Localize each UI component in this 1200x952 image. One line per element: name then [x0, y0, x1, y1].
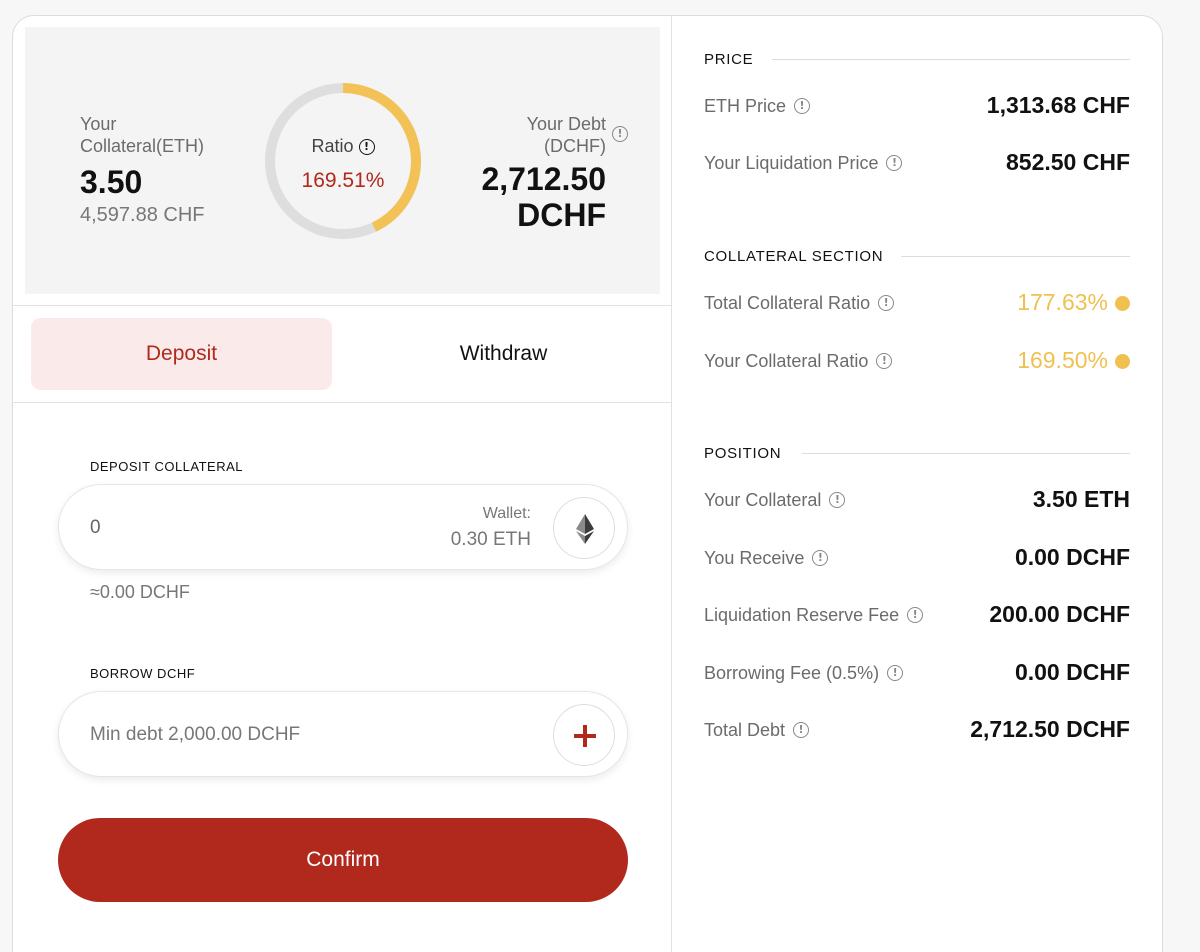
total-collateral-ratio-label-group: Total Collateral Ratio!	[704, 293, 895, 314]
eth-price-label: ETH Price	[704, 96, 787, 116]
confirm-button[interactable]: Confirm	[58, 818, 628, 902]
eth-price-value: 1,313.68 CHF	[986, 92, 1130, 118]
debt-label-unit: (DCHF)	[544, 136, 606, 156]
your-collateral-ratio-text: 169.50%	[1017, 347, 1108, 373]
liquidation-reserve-value: 200.00 DCHF	[989, 601, 1130, 627]
total-debt-label: Total Debt	[704, 720, 786, 740]
your-collateral-row: Your Collateral! 3.50 ETH	[704, 486, 1130, 516]
deposit-collateral-field: Wallet: 0.30 ETH	[58, 484, 628, 570]
borrow-dchf-title: BORROW DCHF	[90, 666, 196, 681]
your-collateral-ratio-label-group: Your Collateral Ratio!	[704, 351, 893, 372]
liquidation-reserve-label-group: Liquidation Reserve Fee!	[704, 605, 924, 626]
tab-deposit[interactable]: Deposit	[31, 318, 332, 390]
your-collateral-label-group: Your Collateral!	[704, 490, 846, 511]
you-receive-row: You Receive! 0.00 DCHF	[704, 544, 1130, 574]
total-collateral-ratio-label: Total Collateral Ratio	[704, 293, 871, 313]
total-debt-value: 2,712.50 DCHF	[970, 716, 1130, 742]
you-receive-label-group: You Receive!	[704, 548, 829, 569]
deposit-amount-input[interactable]	[90, 513, 410, 543]
info-icon[interactable]: !	[358, 139, 375, 156]
debt-label-row: Your Debt (DCHF) !	[526, 113, 628, 157]
collateral-ratio-gauge: Ratio ! 169.51%	[263, 81, 423, 241]
you-receive-label: You Receive	[704, 548, 805, 568]
debt-summary: Your Debt (DCHF) ! 2,712.50 DCHF	[481, 113, 628, 233]
status-dot	[1115, 296, 1130, 311]
borrowing-fee-label-group: Borrowing Fee (0.5%)!	[704, 663, 904, 684]
dchf-token-icon	[574, 725, 596, 747]
total-debt-label-group: Total Debt!	[704, 720, 810, 741]
collateral-label: Your	[80, 114, 117, 134]
eth-price-label-group: ETH Price!	[704, 96, 811, 117]
wallet-value: 0.30 ETH	[450, 529, 531, 550]
wallet-label: Wallet:	[482, 505, 531, 522]
info-icon[interactable]: !	[812, 549, 829, 566]
vault-card: Your Collateral(ETH) 3.50 4,597.88 CHF R…	[12, 15, 1163, 952]
liquidation-price-label: Your Liquidation Price	[704, 153, 879, 173]
position-summary: Your Collateral(ETH) 3.50 4,597.88 CHF R…	[25, 27, 660, 294]
liquidation-price-row: Your Liquidation Price! 852.50 CHF	[704, 149, 1130, 179]
price-heading: PRICE	[704, 51, 754, 68]
info-icon[interactable]: !	[886, 154, 903, 171]
info-icon[interactable]: !	[829, 491, 846, 508]
info-icon[interactable]: !	[876, 352, 893, 369]
your-collateral-ratio-label: Your Collateral Ratio	[704, 351, 869, 371]
ratio-label-row: Ratio !	[263, 136, 423, 157]
liquidation-reserve-row: Liquidation Reserve Fee! 200.00 DCHF	[704, 601, 1130, 631]
collateral-summary: Your Collateral(ETH) 3.50 4,597.88 CHF	[80, 113, 205, 227]
total-collateral-ratio-row: Total Collateral Ratio! 177.63%	[704, 289, 1130, 319]
you-receive-value: 0.00 DCHF	[1014, 544, 1130, 570]
collateral-amount: 3.50	[80, 164, 143, 200]
borrow-dchf-field	[58, 691, 628, 777]
collateral-label-unit: Collateral(ETH)	[80, 136, 205, 156]
section-line	[901, 256, 1130, 257]
details-panel: PRICE ETH Price! 1,313.68 CHF Your Liqui…	[672, 16, 1162, 952]
ethereum-icon	[576, 514, 594, 544]
deposit-dchf-estimate: ≈0.00 DCHF	[90, 582, 190, 602]
status-dot	[1115, 354, 1130, 369]
eth-price-row: ETH Price! 1,313.68 CHF	[704, 92, 1130, 122]
liquidation-price-label-group: Your Liquidation Price!	[704, 153, 903, 174]
info-icon[interactable]: !	[612, 126, 628, 142]
debt-amount: 2,712.50	[481, 161, 606, 197]
total-collateral-ratio-text: 177.63%	[1017, 289, 1108, 315]
section-line	[802, 453, 1130, 454]
total-debt-row: Total Debt! 2,712.50 DCHF	[704, 716, 1130, 746]
your-collateral-label: Your Collateral	[704, 490, 822, 510]
wallet-balance: Wallet: 0.30 ETH	[451, 505, 531, 551]
borrowing-fee-value: 0.00 DCHF	[1014, 659, 1130, 685]
liquidation-price-value: 852.50 CHF	[1005, 149, 1130, 175]
info-icon[interactable]: !	[878, 294, 895, 311]
divider	[13, 402, 671, 403]
ratio-value: 169.51%	[301, 169, 385, 192]
liquidation-reserve-label: Liquidation Reserve Fee	[704, 605, 900, 625]
borrow-amount-input[interactable]	[90, 720, 410, 750]
info-icon[interactable]: !	[793, 721, 810, 738]
tab-withdraw[interactable]: Withdraw	[353, 318, 654, 390]
info-icon[interactable]: !	[887, 664, 904, 681]
divider	[13, 305, 671, 306]
ratio-readout: Ratio ! 169.51%	[263, 81, 423, 241]
eth-token-button[interactable]	[553, 497, 615, 559]
info-icon[interactable]: !	[907, 606, 924, 623]
your-collateral-ratio-value: 169.50%	[1017, 347, 1130, 374]
borrowing-fee-label: Borrowing Fee (0.5%)	[704, 663, 880, 683]
section-line	[772, 59, 1130, 60]
borrowing-fee-row: Borrowing Fee (0.5%)! 0.00 DCHF	[704, 659, 1130, 689]
info-icon[interactable]: !	[794, 97, 811, 114]
your-collateral-ratio-row: Your Collateral Ratio! 169.50%	[704, 347, 1130, 377]
ratio-label: Ratio	[311, 136, 354, 156]
dchf-token-button[interactable]	[553, 704, 615, 766]
total-collateral-ratio-value: 177.63%	[1017, 289, 1130, 316]
action-panel: Your Collateral(ETH) 3.50 4,597.88 CHF R…	[13, 16, 671, 952]
collateral-fiat-value: 4,597.88 CHF	[80, 204, 205, 226]
collateral-section-heading: COLLATERAL SECTION	[704, 248, 884, 265]
debt-unit: DCHF	[517, 197, 606, 233]
position-heading: POSITION	[704, 445, 782, 462]
your-collateral-value: 3.50 ETH	[1032, 486, 1130, 512]
deposit-collateral-title: DEPOSIT COLLATERAL	[90, 459, 244, 474]
debt-label: Your Debt	[526, 114, 606, 134]
